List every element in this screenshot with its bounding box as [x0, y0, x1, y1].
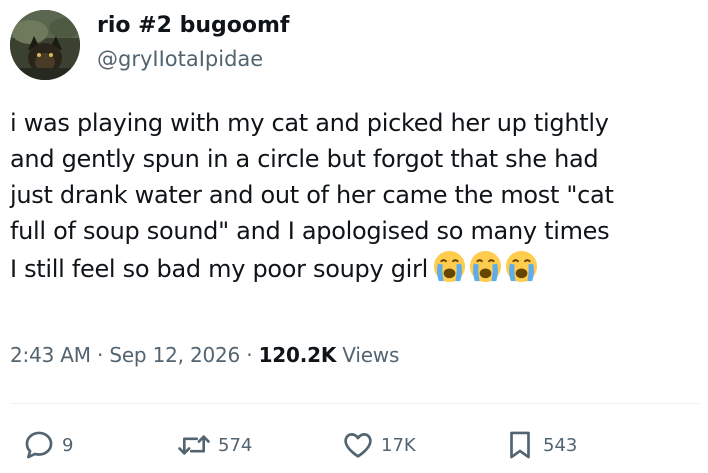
avatar[interactable] [10, 10, 80, 80]
repost-button[interactable]: 574 [176, 425, 252, 465]
tweet-date[interactable]: Sep 12, 2026 [109, 343, 240, 367]
display-name[interactable]: rio #2 bugoomf [97, 13, 289, 38]
meta-separator: · [246, 343, 253, 367]
reply-count: 9 [62, 434, 74, 456]
tweet-text-line: just drank water and out of her came the… [10, 181, 614, 209]
tweet-text: i was playing with my cat and picked her… [10, 105, 704, 294]
tweet-meta: 2:43 AM · Sep 12, 2026 · 120.2K Views [10, 343, 399, 367]
action-bar: 9 574 17K 543 [0, 420, 708, 470]
tweet-text-line: i was playing with my cat and picked her… [10, 109, 609, 137]
meta-separator: · [96, 343, 104, 367]
tweet-text-line: I still feel so bad my poor soupy girl [10, 255, 428, 283]
views-label: Views [342, 343, 400, 367]
loudly-crying-face-emoji [468, 249, 503, 284]
loudly-crying-face-emoji [504, 249, 539, 284]
loudly-crying-face-emoji [432, 249, 467, 284]
repost-count: 574 [218, 434, 253, 456]
like-count: 17K [381, 434, 416, 456]
reply-button[interactable]: 9 [22, 425, 73, 465]
divider [10, 403, 700, 404]
avatar-image [10, 10, 80, 80]
tweet-text-line: full of soup sound" and I apologised so … [10, 217, 610, 245]
like-button[interactable]: 17K [341, 425, 416, 465]
reply-icon [22, 428, 56, 462]
emoji-group [432, 249, 540, 294]
tweet-time[interactable]: 2:43 AM [10, 343, 91, 367]
views-count[interactable]: 120.2K [259, 343, 337, 367]
tweet-text-last-line: I still feel so bad my poor soupy girl [10, 249, 704, 294]
bookmark-count: 543 [543, 434, 578, 456]
repost-icon [176, 428, 212, 462]
heart-icon [341, 428, 375, 462]
tweet-text-line: and gently spun in a circle but forgot t… [10, 145, 599, 173]
bookmark-icon [503, 428, 537, 462]
bookmark-button[interactable]: 543 [503, 425, 577, 465]
user-handle[interactable]: @gryIIotaIpidae [97, 47, 263, 71]
tweet-header: rio #2 bugoomf @gryIIotaIpidae [0, 0, 708, 90]
